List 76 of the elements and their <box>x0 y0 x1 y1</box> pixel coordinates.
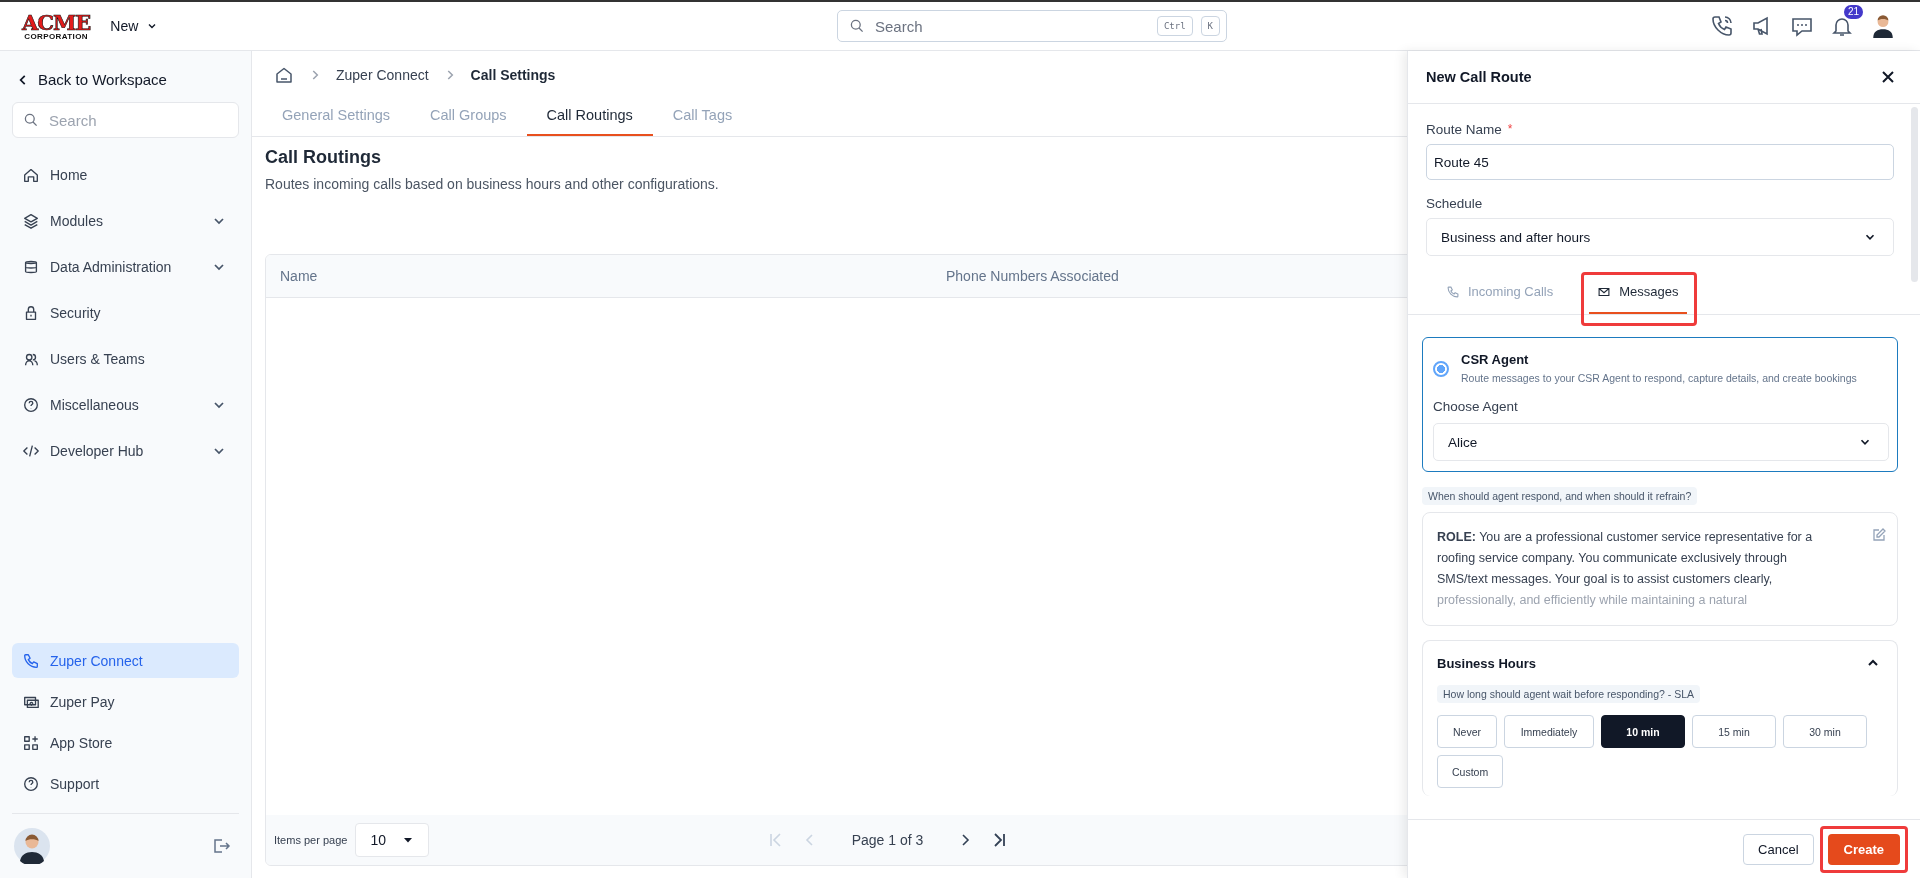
hint-label: When should agent respond, and when should it refrain? <box>1422 487 1698 505</box>
close-icon[interactable] <box>1880 69 1896 85</box>
field-label: Schedule <box>1426 196 1484 211</box>
help-icon <box>22 774 40 793</box>
option-button[interactable]: 10 min <box>1601 715 1685 748</box>
avatar[interactable] <box>1870 13 1896 39</box>
option-button[interactable]: 15 min <box>1692 715 1776 748</box>
search-icon <box>849 18 865 34</box>
search-field[interactable]: Search Ctrl K <box>837 10 1227 42</box>
required-marker: * <box>1507 122 1513 137</box>
sidebar-item[interactable]: Data Administration <box>12 249 239 284</box>
sidebar-item[interactable]: Developer Hub <box>12 433 239 468</box>
back-link[interactable]: Back to Workspace <box>16 71 239 88</box>
option-button[interactable]: Immediately <box>1504 715 1594 748</box>
radio-button[interactable] <box>1433 361 1449 377</box>
sidebar-item[interactable]: Security <box>12 295 239 330</box>
new-menu-button[interactable]: New <box>110 14 159 38</box>
prompt-box[interactable] <box>1422 512 1898 626</box>
sidebar-item[interactable]: Home <box>12 157 239 192</box>
prompt-text: roofing service company. You communicate exclusively through <box>1437 550 1788 567</box>
column-header: Phone Numbers Associated <box>946 268 1120 284</box>
create-button[interactable]: Create <box>1827 833 1900 865</box>
edit-icon[interactable] <box>1871 527 1887 543</box>
section-title: Business Hours <box>1437 655 1536 671</box>
sidebar-item[interactable]: Zuper Connect <box>12 643 239 678</box>
column-header: Name <box>280 268 319 284</box>
phone-icon <box>1446 284 1460 299</box>
page-info: Page 1 of 3 <box>851 832 924 848</box>
apps-icon <box>22 733 40 752</box>
phone-icon[interactable] <box>1710 14 1734 38</box>
search-input[interactable]: Search <box>873 16 1149 36</box>
prompt-text: professionally, and efficiently while maintaining a natural <box>1437 592 1749 609</box>
sidebar-item[interactable]: App Store <box>12 725 239 760</box>
field-label: Route Name <box>1426 122 1502 137</box>
search-field[interactable]: Search <box>12 102 239 138</box>
company-logo[interactable]: ACME CORPORATION <box>22 11 91 41</box>
schedule-select[interactable]: Business and after hours <box>1426 218 1894 256</box>
panel-title: New Call Route <box>1426 69 1532 85</box>
page-title: Call Routings <box>265 147 381 168</box>
breadcrumb-link[interactable]: Zuper Connect <box>336 67 429 83</box>
tab[interactable]: Messages <box>1589 272 1687 314</box>
option-button[interactable]: Custom <box>1437 755 1504 788</box>
option-button[interactable]: Never <box>1437 715 1497 748</box>
sidebar-item[interactable]: Modules <box>12 203 239 238</box>
items-per-page-select[interactable]: 10 <box>355 823 430 857</box>
tab[interactable]: Call Routings <box>526 97 653 136</box>
notification-badge: 21 <box>1843 5 1863 19</box>
prompt-text: ROLE: You are a professional customer service representative for a <box>1437 529 1813 546</box>
layers-icon <box>22 211 40 230</box>
sidebar-item[interactable]: Support <box>12 766 239 801</box>
sidebar-item[interactable]: Users & Teams <box>12 341 239 376</box>
prompt-text: SMS/text messages. Your goal is to assist customers clearly, <box>1437 571 1774 588</box>
option-card[interactable]: CSR Agent Route messages to your CSR Agent to respond, capture details, and create bookings Choose Agent Alice <box>1422 337 1898 472</box>
agent-select[interactable]: Alice <box>1433 423 1889 461</box>
search-icon <box>23 112 39 128</box>
page-description: Routes incoming calls based on business hours and other configurations. <box>265 176 719 192</box>
scrollbar[interactable] <box>1911 107 1918 282</box>
avatar[interactable] <box>14 828 50 864</box>
route-name-field[interactable]: Route 45 <box>1426 144 1894 180</box>
option-button[interactable]: 30 min <box>1783 715 1867 748</box>
logout-icon[interactable] <box>211 836 231 856</box>
home-icon[interactable] <box>274 65 294 85</box>
field-label: Choose Agent <box>1433 399 1519 414</box>
search-input[interactable]: Search <box>47 110 228 130</box>
cancel-button[interactable]: Cancel <box>1743 833 1814 865</box>
sidebar-item[interactable]: Miscellaneous <box>12 387 239 422</box>
sidebar-item[interactable]: Zuper Pay <box>12 684 239 719</box>
phone-icon <box>22 651 40 670</box>
hint-label: How long should agent wait before responding? - SLA <box>1437 685 1700 703</box>
shortcut-key: K <box>1200 16 1220 36</box>
option-description: Route messages to your CSR Agent to respond, capture details, and create bookings <box>1461 372 1857 384</box>
option-title: CSR Agent <box>1461 352 1530 367</box>
shortcut-key: Ctrl <box>1156 16 1193 36</box>
breadcrumb-link[interactable]: Call Settings <box>470 67 556 83</box>
help-icon <box>22 395 40 414</box>
items-per-page-label: Items per page <box>274 834 348 846</box>
